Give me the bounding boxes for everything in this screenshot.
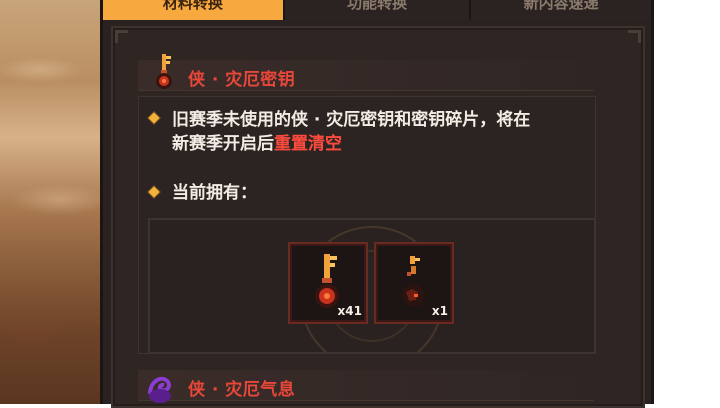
calamity-breath-icon — [148, 376, 171, 403]
description-line2: 新赛季开启后重置清空 — [172, 132, 342, 156]
section-title-key: 侠 · 灾厄密钥 — [188, 70, 296, 90]
owned-items-box: x41 x1 — [148, 218, 596, 354]
desert-background — [0, 0, 112, 404]
section-header-key: 侠 · 灾厄密钥 — [138, 54, 594, 91]
owned-label: 当前拥有： — [172, 183, 257, 203]
item-count: x41 — [337, 304, 362, 318]
corner-ornament — [628, 30, 641, 43]
item-slot-key-fragment[interactable]: x1 — [374, 242, 454, 324]
section-header-breath: 侠 · 灾厄气息 — [138, 370, 594, 403]
tab-function-convert[interactable]: 功能转换 — [282, 0, 470, 20]
description-line2-prefix: 新赛季开启后 — [172, 134, 274, 154]
tab-new-content[interactable]: 新内容速递 — [469, 0, 651, 20]
tab-bar: 材料转换 功能转换 新内容速递 — [103, 0, 651, 20]
reset-highlight: 重置清空 — [274, 134, 342, 154]
description-line1: 旧赛季未使用的侠 · 灾厄密钥和密钥碎片，将在 — [172, 110, 531, 130]
corner-ornament — [115, 30, 128, 43]
item-slot-key[interactable]: x41 — [288, 242, 368, 324]
item-count: x1 — [431, 304, 448, 318]
section-title-breath: 侠 · 灾厄气息 — [188, 380, 296, 400]
tab-material-convert[interactable]: 材料转换 — [103, 0, 283, 20]
key-icon — [156, 54, 172, 89]
